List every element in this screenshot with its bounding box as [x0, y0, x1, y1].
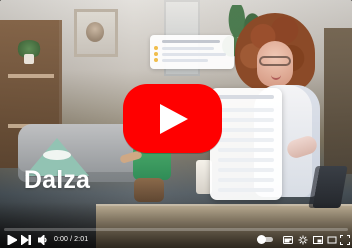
- video-player[interactable]: Dalza 0:00 / 2:01: [0, 0, 352, 248]
- time-display: 0:00 / 2:01: [54, 236, 88, 243]
- dashboard-row: [162, 47, 214, 50]
- next-button[interactable]: [19, 233, 33, 247]
- dashboard-dot: [154, 58, 158, 62]
- glasses: [259, 56, 291, 66]
- phone-panel-row: [218, 158, 274, 162]
- logo-text: Dalza: [23, 166, 91, 194]
- dashboard-dot: [154, 52, 158, 56]
- subtitles-button[interactable]: [281, 233, 295, 247]
- progress-bar[interactable]: [4, 228, 348, 231]
- play-button[interactable]: [5, 233, 19, 247]
- phone-panel-row: [218, 138, 274, 142]
- phone-panel-row: [218, 178, 274, 182]
- current-time: 0:00: [54, 236, 69, 243]
- dashboard-title-bar: [162, 40, 220, 43]
- fullscreen-button[interactable]: [338, 233, 352, 247]
- phone-panel-row: [218, 188, 274, 192]
- miniplayer-button[interactable]: [311, 233, 325, 247]
- volume-button[interactable]: [36, 233, 50, 247]
- dashboard-row: [162, 59, 208, 62]
- toggle-icon: [257, 235, 266, 244]
- autoplay-toggle[interactable]: [257, 235, 273, 244]
- volume-icon: [38, 235, 47, 245]
- phone-panel-row: [218, 118, 274, 122]
- left-plant: [16, 40, 42, 64]
- play-icon: [7, 235, 17, 245]
- play-icon: [160, 104, 188, 134]
- dashboard-dot: [154, 46, 158, 50]
- gear-icon: [298, 235, 308, 245]
- phone-panel-row: [218, 168, 274, 172]
- dashboard-row: [162, 53, 226, 56]
- brand-logo: Dalza: [16, 138, 98, 208]
- large-play-button[interactable]: [123, 84, 222, 153]
- subtitles-icon: [283, 236, 293, 244]
- theater-mode-button[interactable]: [325, 233, 339, 247]
- phone-panel-header: [218, 95, 274, 99]
- phone-panel-row: [218, 108, 274, 112]
- phone-panel-row: [218, 148, 274, 152]
- phone-panel-row: [218, 128, 274, 132]
- player-controls: 0:00 / 2:01: [0, 232, 352, 248]
- theater-icon: [327, 236, 337, 244]
- settings-button[interactable]: [296, 233, 310, 247]
- next-icon: [21, 235, 31, 245]
- miniplayer-icon: [313, 236, 323, 244]
- duration: 2:01: [74, 236, 89, 243]
- overlay-dashboard: [150, 35, 234, 69]
- child-legs: [134, 178, 164, 202]
- fullscreen-icon: [340, 235, 350, 245]
- wall-photo: [74, 9, 118, 57]
